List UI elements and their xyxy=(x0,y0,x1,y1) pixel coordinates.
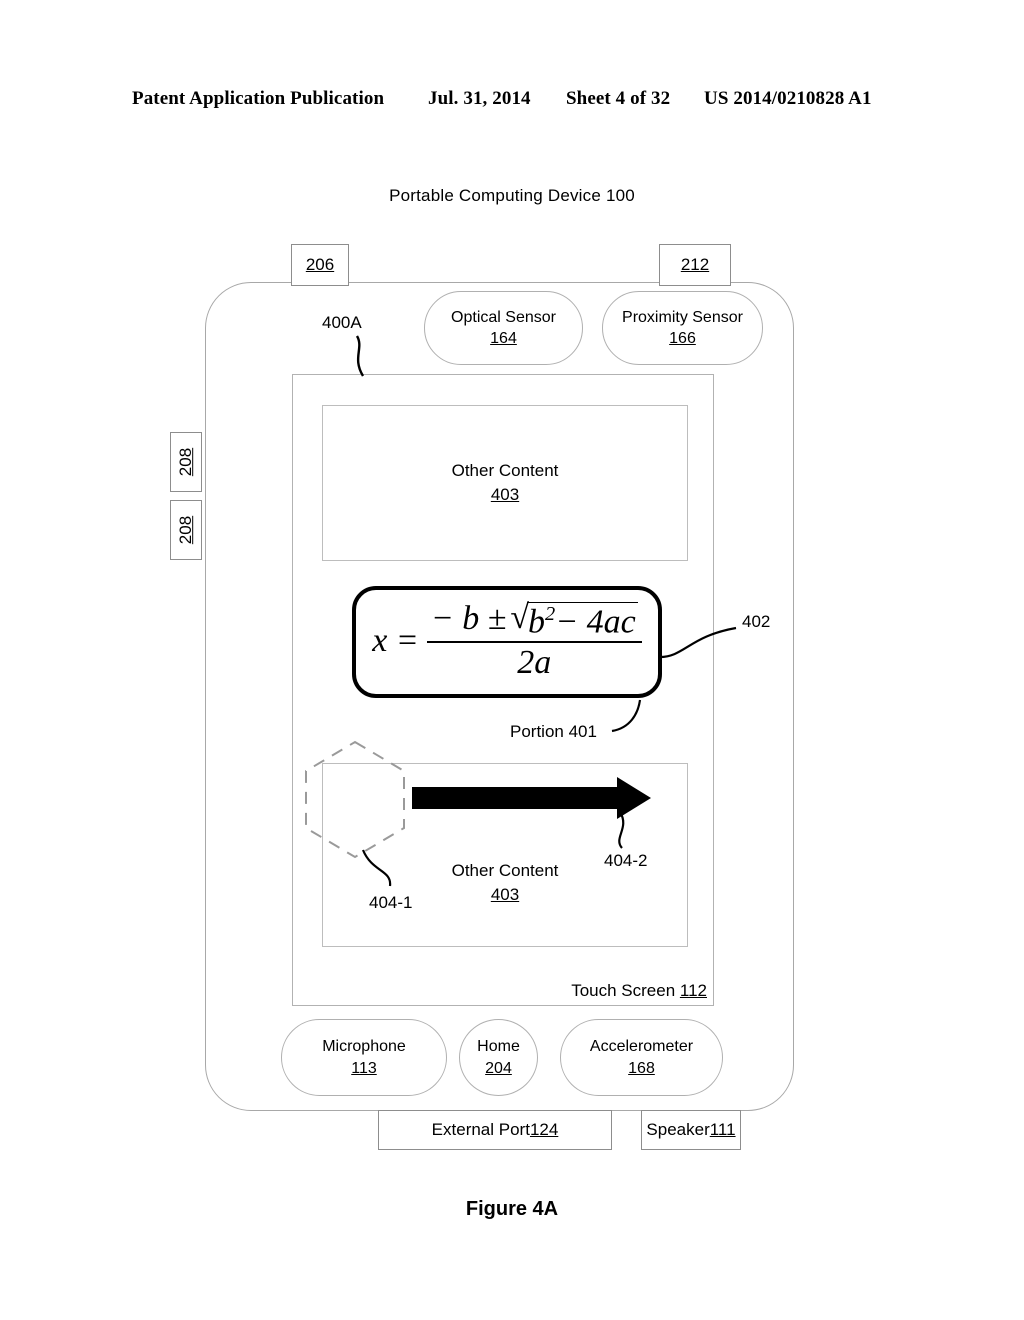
accelerometer-ref: 168 xyxy=(628,1059,655,1077)
header-date: Jul. 31, 2014 xyxy=(428,88,531,109)
formula-radicand-tail: − 4ac xyxy=(555,603,636,641)
optical-sensor-label: Optical Sensor xyxy=(451,308,556,326)
formula-lhs: x = xyxy=(372,621,419,659)
bezel-label-208-upper-text: 208 xyxy=(176,447,195,477)
bezel-label-206: 206 xyxy=(291,244,349,286)
bezel-label-206-text: 206 xyxy=(305,255,335,274)
speaker: Speaker 111 xyxy=(641,1110,741,1150)
bezel-label-208-lower-text: 208 xyxy=(176,515,195,545)
proximity-sensor-ref: 166 xyxy=(669,330,696,347)
proximity-sensor: Proximity Sensor 166 xyxy=(602,291,763,365)
figure-caption: Figure 4A xyxy=(465,1198,559,1220)
formula-fraction: − b ± √ b2− 4ac 2a xyxy=(426,599,642,682)
other-content-top: Other Content 403 xyxy=(322,405,688,561)
ref-view-400a: 400A xyxy=(322,313,362,332)
formula-radicand: b2− 4ac xyxy=(527,601,638,641)
ref-contact-404-2: 404-2 xyxy=(604,851,648,870)
formula-radicand-exponent: 2 xyxy=(545,602,556,625)
external-port: External Port 124 xyxy=(378,1110,612,1150)
speaker-label: Speaker xyxy=(646,1120,710,1139)
magnified-formula-box[interactable]: x = − b ± √ b2− 4ac 2a xyxy=(352,586,662,698)
accelerometer-label: Accelerometer xyxy=(589,1038,694,1056)
proximity-sensor-label: Proximity Sensor xyxy=(622,308,743,326)
bezel-label-212-text: 212 xyxy=(680,255,710,274)
quadratic-formula: x = − b ± √ b2− 4ac 2a xyxy=(372,599,642,682)
other-content-top-label: Other Content xyxy=(451,461,559,481)
home-button[interactable]: Home 204 xyxy=(459,1019,538,1096)
touch-screen-ref: 112 xyxy=(679,981,707,1000)
optical-sensor: Optical Sensor 164 xyxy=(424,291,583,365)
home-button-label: Home xyxy=(477,1038,520,1056)
bezel-label-208-lower: 208 xyxy=(170,500,202,560)
ref-magnified-402: 402 xyxy=(742,612,771,631)
accelerometer: Accelerometer 168 xyxy=(560,1019,723,1096)
other-content-top-ref: 403 xyxy=(490,485,520,504)
header-sheet: Sheet 4 of 32 xyxy=(566,88,671,109)
microphone: Microphone 113 xyxy=(281,1019,447,1096)
home-button-ref: 204 xyxy=(485,1059,512,1077)
bezel-label-208-upper: 208 xyxy=(170,432,202,492)
microphone-ref: 113 xyxy=(351,1059,377,1077)
formula-denominator: 2a xyxy=(517,644,552,682)
ref-portion-401: Portion 401 xyxy=(510,722,597,741)
optical-sensor-ref: 164 xyxy=(490,330,517,347)
figure-title: Portable Computing Device 100 xyxy=(389,186,635,205)
header-patent-number: US 2014/0210828 A1 xyxy=(704,88,872,109)
touch-screen-label: Touch Screen 112 xyxy=(571,981,707,1001)
formula-numerator: − b ± √ b2− 4ac xyxy=(427,599,642,641)
formula-numerator-lead: − b ± xyxy=(430,599,507,637)
touch-screen-label-text: Touch Screen xyxy=(571,981,680,1000)
header-publication: Patent Application Publication xyxy=(132,88,385,109)
speaker-ref: 111 xyxy=(709,1120,736,1139)
page-header: Patent Application Publication Jul. 31, … xyxy=(132,88,892,114)
microphone-label: Microphone xyxy=(322,1038,406,1056)
formula-radicand-base: b xyxy=(528,603,546,641)
external-port-label: External Port xyxy=(431,1120,530,1139)
external-port-ref: 124 xyxy=(529,1120,559,1139)
formula-radical: √ b2− 4ac xyxy=(510,600,638,641)
bezel-label-212: 212 xyxy=(659,244,731,286)
ref-contact-404-1: 404-1 xyxy=(369,893,413,912)
